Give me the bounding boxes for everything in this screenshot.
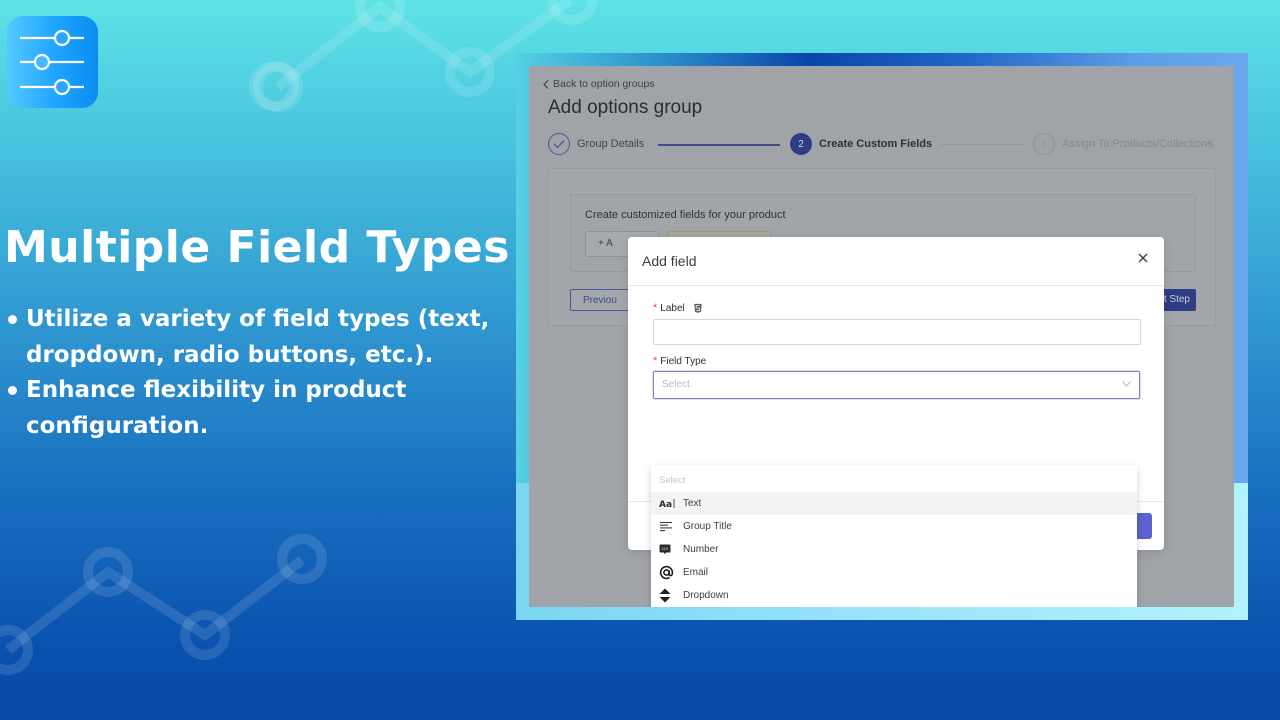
back-link[interactable]: Back to option groups <box>543 78 655 90</box>
bullet-dot-icon <box>8 315 17 324</box>
screenshot-frame: Back to option groups Add options group … <box>516 53 1248 620</box>
step-number: 3 <box>1033 133 1055 155</box>
app-screenshot: Back to option groups Add options group … <box>529 66 1234 607</box>
step-number: 2 <box>790 133 812 155</box>
promo-headline: Multiple Field Types <box>4 222 510 273</box>
bottom-band <box>0 677 1280 720</box>
select-placeholder: Select <box>662 379 690 390</box>
step-assign-products[interactable]: 3 Assign To Products/Collections <box>1033 133 1213 155</box>
deco-node <box>277 534 327 584</box>
required-asterisk: * <box>653 355 658 367</box>
promo-bullet: Utilize a variety of field types (text, … <box>6 302 506 373</box>
field-type-select[interactable]: Select <box>653 371 1140 399</box>
deco-node <box>180 610 230 660</box>
text-aa-icon: Aa <box>659 498 681 509</box>
html5-icon <box>694 303 702 313</box>
step-group-details[interactable]: Group Details <box>548 133 644 155</box>
label-field-label: * Label <box>653 302 704 314</box>
field-type-dropdown: Select Aa Text Group Title 123 Number Em… <box>651 465 1137 607</box>
stepper: Group Details 2 Create Custom Fields 3 A… <box>548 133 1228 159</box>
step-connector <box>658 144 780 146</box>
option-text[interactable]: Aa Text <box>651 492 1137 515</box>
svg-text:123: 123 <box>661 547 668 551</box>
sort-arrows-icon <box>659 588 681 603</box>
field-type-label: * Field Type <box>653 355 707 367</box>
option-group-title[interactable]: Group Title <box>651 515 1137 538</box>
chevron-down-icon <box>1122 381 1131 387</box>
number-icon: 123 <box>659 544 681 555</box>
app-logo <box>7 16 98 108</box>
bullet-dot-icon <box>8 386 17 395</box>
deco-node <box>253 62 303 112</box>
modal-title: Add field <box>642 253 697 269</box>
dropdown-placeholder: Select <box>659 475 686 486</box>
close-icon[interactable] <box>1136 251 1150 265</box>
option-dropdown[interactable]: Dropdown <box>651 584 1137 607</box>
deco-line-bottom <box>4 556 306 654</box>
deco-node <box>355 0 405 32</box>
label-input[interactable] <box>653 319 1141 345</box>
step-connector <box>940 144 1025 145</box>
option-email[interactable]: Email <box>651 561 1137 584</box>
page-title: Add options group <box>548 97 703 118</box>
sliders-icon <box>20 29 84 96</box>
deco-node <box>83 547 133 597</box>
check-icon <box>548 133 570 155</box>
deco-node <box>445 47 495 97</box>
modal-header: Add field <box>628 237 1164 286</box>
deco-node <box>249 61 299 111</box>
promo-bullet: Enhance flexibility in product configura… <box>6 373 506 444</box>
deco-node <box>547 0 597 25</box>
step-create-custom-fields[interactable]: 2 Create Custom Fields <box>790 133 932 155</box>
option-number[interactable]: 123 Number <box>651 538 1137 561</box>
deco-node <box>0 625 33 675</box>
required-asterisk: * <box>653 302 658 314</box>
at-icon <box>659 565 681 580</box>
chevron-left-icon <box>543 79 549 89</box>
fields-panel-title: Create customized fields for your produc… <box>585 209 786 221</box>
svg-text:Aa: Aa <box>659 500 672 509</box>
promo-bullets: Utilize a variety of field types (text, … <box>6 302 506 444</box>
align-left-icon <box>659 521 681 532</box>
